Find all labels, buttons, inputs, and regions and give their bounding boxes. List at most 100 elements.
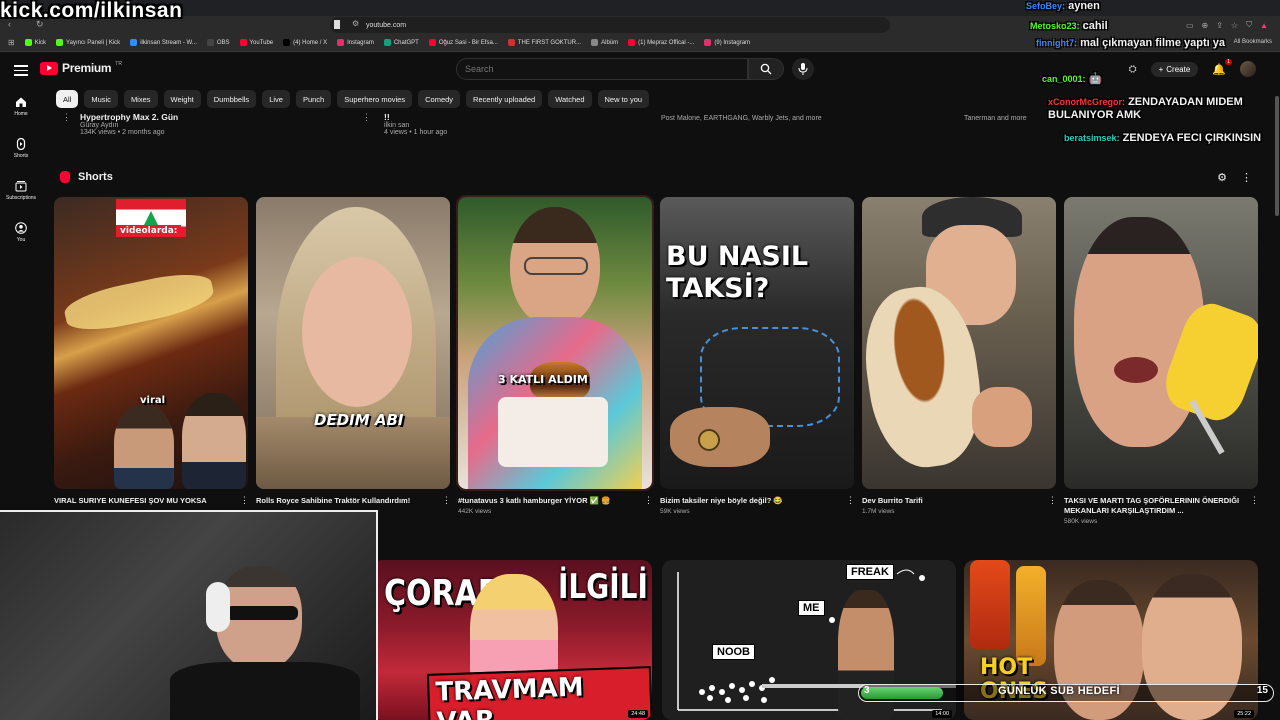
sidebar-item-you[interactable]: You — [0, 222, 42, 254]
video-card[interactable]: Hypertrophy Max 2. Gün Güray Aydın 134K … — [80, 112, 178, 136]
youtube-logo[interactable]: Premium TR — [40, 61, 122, 75]
more-options-icon[interactable]: ⋮ — [442, 495, 451, 507]
address-bar[interactable]: ⚙ youtube.com — [330, 17, 890, 33]
bookmark-item[interactable]: Instagram — [337, 39, 374, 46]
more-options-icon[interactable]: ⋮ — [644, 495, 653, 507]
video-title[interactable]: !! — [384, 112, 447, 122]
short-thumbnail[interactable]: 3 KATLI ALDIM — [456, 195, 654, 491]
chat-user: beratsimsek: — [1064, 133, 1120, 143]
more-options-icon[interactable]: ⋮ — [1250, 495, 1259, 507]
site-info-icon[interactable]: ⚙ — [352, 19, 359, 28]
sidebar-item-subscriptions[interactable]: Subscriptions — [0, 180, 42, 212]
filter-chip[interactable]: Superhero movies — [337, 90, 413, 108]
sub-goal-target: 15 — [1256, 685, 1268, 696]
short-thumbnail[interactable]: BU NASIL TAKSİ? — [660, 197, 854, 489]
bookmark-item[interactable]: OBS — [206, 39, 230, 46]
short-title[interactable]: TAKSI VE MARTI TAG ŞOFÖRLERININ ÖNERDIĞI… — [1064, 496, 1242, 516]
bookmark-item[interactable]: (9) Instagram — [704, 39, 750, 46]
short-title[interactable]: #tunatavus 3 katlı hamburger YİYOR ✅ 🍔 — [458, 496, 636, 506]
sub-goal-widget: 3 GÜNLÜK SUB HEDEFİ 15 — [858, 682, 1274, 704]
person-face — [182, 393, 246, 489]
filter-chip[interactable]: Weight — [163, 90, 201, 108]
logo-region: TR — [115, 61, 122, 67]
video-title[interactable]: Hypertrophy Max 2. Gün — [80, 112, 178, 122]
filter-chip[interactable]: Comedy — [418, 90, 461, 108]
chat-user: Metosko23: — [1030, 21, 1080, 31]
stream-chat-overlay: SefoBey: aynen Metosko23: cahil finnight… — [1010, 0, 1280, 155]
search-button[interactable] — [748, 58, 784, 80]
sidebar-item-shorts[interactable]: Shorts — [0, 138, 42, 170]
short-title[interactable]: Bizim taksiler niye böyle değil? 😂 — [660, 496, 838, 506]
chat-message: can_0001: 🤖 — [1042, 72, 1102, 85]
filter-chip[interactable]: All — [56, 90, 79, 108]
short-thumbnail[interactable] — [862, 197, 1056, 489]
bookmark-item[interactable]: Oğuz Sasi - Bir Efsa... — [428, 39, 498, 46]
bookmark-item[interactable]: Kick — [24, 39, 47, 46]
chat-message: beratsimsek: ZENDEYA FECI ÇIRKINSIN — [1064, 132, 1261, 144]
filter-chip[interactable]: Mixes — [123, 90, 158, 108]
bookmark-item[interactable]: ilkinsan Stream - W... — [130, 39, 197, 46]
label-freak: FREAK — [846, 564, 894, 580]
bookmark-item[interactable]: Yayıncı Paneli | Kick — [56, 39, 120, 46]
filter-chip[interactable]: New to you — [597, 90, 650, 108]
bookmark-favicon-icon — [130, 39, 138, 46]
more-options-icon[interactable]: ⋮ — [62, 112, 71, 123]
menu-icon[interactable] — [14, 62, 28, 76]
filter-chip[interactable]: Watched — [548, 90, 592, 108]
bookmark-item[interactable]: (1) Mepraz Offical -... — [628, 39, 694, 46]
sidebar-item-home[interactable]: Home — [0, 96, 42, 128]
video-duration: 24:48 — [628, 710, 648, 718]
bookmark-item[interactable]: YouTube — [239, 39, 273, 46]
short-title[interactable]: Rolls Royce Sahibine Traktör Kullandırdı… — [256, 496, 434, 506]
more-options-icon[interactable]: ⋮ — [1048, 495, 1057, 507]
page-scrollbar[interactable] — [1274, 86, 1280, 720]
filter-chip[interactable]: Punch — [295, 90, 332, 108]
bookmark-favicon-icon — [206, 39, 214, 46]
bookmark-item[interactable]: (4) Home / X — [283, 39, 327, 46]
settings-icon[interactable]: ⚙ — [1217, 171, 1227, 184]
mix-artists[interactable]: Post Malone, EARTHGANG, Warbly Jets, and… — [661, 115, 822, 122]
shorts-heading: Shorts — [78, 171, 113, 183]
mix-card[interactable]: Post Malone, EARTHGANG, Warbly Jets, and… — [661, 115, 822, 122]
short-overlay-text: videolarda: — [116, 225, 182, 237]
channel-name[interactable]: Güray Aydın — [80, 122, 178, 129]
bookmark-icon[interactable] — [334, 20, 340, 29]
short-title[interactable]: VIRAL SURIYE KUNEFESI ŞOV MU YOKSA — [54, 496, 232, 506]
watch-icon — [698, 429, 720, 451]
search-input[interactable] — [456, 58, 748, 80]
voice-search-button[interactable] — [792, 58, 814, 80]
short-card[interactable]: videolarda: viral VIRAL SURIYE KUNEFESI … — [54, 197, 249, 508]
bookmark-item[interactable]: Albüm — [591, 39, 618, 46]
video-card[interactable]: !! ilkin san 4 views • 1 hour ago — [384, 112, 447, 136]
video-thumbnail[interactable]: ÇORAPLA İLGİLİ TRAVMAM VAR 24:48 — [372, 560, 652, 720]
short-card[interactable]: BU NASIL TAKSİ? Bizim taksiler niye böyl… — [660, 197, 855, 515]
filter-chip[interactable]: Music — [84, 90, 118, 108]
short-thumbnail[interactable] — [1064, 197, 1258, 489]
bookmark-label: Kick — [34, 39, 47, 46]
short-title[interactable]: Dev Burrito Tarifi — [862, 496, 1040, 506]
short-card[interactable]: TAKSI VE MARTI TAG ŞOFÖRLERININ ÖNERDIĞI… — [1064, 197, 1259, 525]
bookmark-item[interactable]: THE FIRST GOKTUR... — [507, 39, 581, 46]
short-card[interactable]: Dev Burrito Tarifi 1.7M views ⋮ — [862, 197, 1057, 515]
bookmark-item[interactable]: ChatGPT — [383, 39, 419, 46]
short-card[interactable]: 3 KATLI ALDIM #tunatavus 3 katlı hamburg… — [456, 195, 654, 515]
person-hand — [670, 407, 770, 467]
bookmark-label: Albüm — [601, 39, 619, 46]
short-thumbnail[interactable]: videolarda: viral — [54, 197, 248, 489]
short-card[interactable]: DEDIM ABI Rolls Royce Sahibine Traktör K… — [256, 197, 451, 508]
short-thumbnail[interactable]: DEDIM ABI — [256, 197, 450, 489]
video-duration: 25:22 — [1234, 710, 1254, 718]
chat-text: cahil — [1082, 20, 1108, 32]
you-icon — [15, 222, 27, 234]
label-noob: NOOB — [712, 644, 755, 660]
apps-icon[interactable]: ⊞ — [8, 38, 15, 47]
more-options-icon[interactable]: ⋮ — [846, 495, 855, 507]
person-mouth — [1114, 357, 1158, 383]
filter-chip[interactable]: Dumbbells — [206, 90, 257, 108]
more-options-icon[interactable]: ⋮ — [240, 495, 249, 507]
channel-name[interactable]: ilkin san — [384, 122, 447, 129]
more-options-icon[interactable]: ⋮ — [1241, 171, 1252, 184]
more-options-icon[interactable]: ⋮ — [362, 112, 371, 123]
filter-chip[interactable]: Live — [262, 90, 290, 108]
filter-chip[interactable]: Recently uploaded — [466, 90, 543, 108]
